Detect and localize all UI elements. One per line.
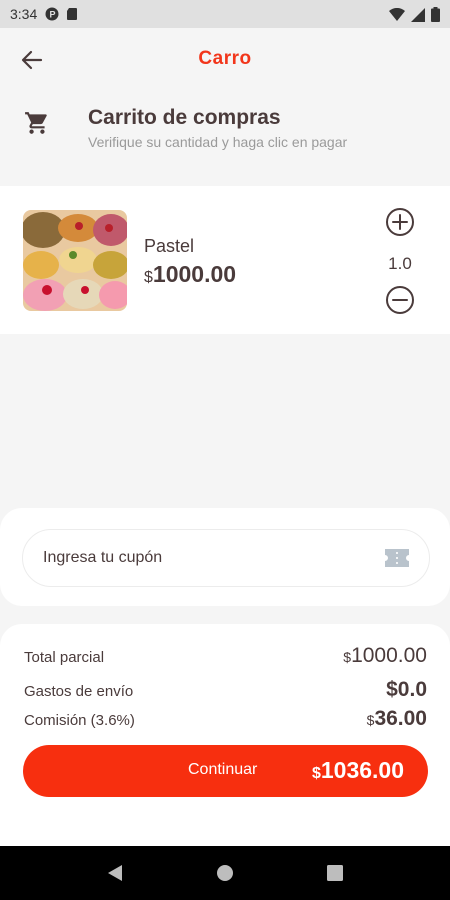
- shipping-value: $0.0: [386, 678, 427, 701]
- subtotal-value: $1000.00: [343, 644, 427, 668]
- cart-subtitle: Verifique su cantidad y haga clic en pag…: [88, 134, 348, 150]
- ticket-icon[interactable]: [383, 547, 411, 569]
- product-price: $1000.00: [144, 261, 236, 288]
- continue-total: $1036.00: [312, 757, 404, 784]
- cart-heading: Carrito de compras Verifique su cantidad…: [0, 100, 450, 170]
- app-notification-icon: P: [45, 7, 59, 21]
- status-time: 3:34: [10, 6, 38, 22]
- nav-recents-button[interactable]: [323, 861, 347, 885]
- shipping-label: Gastos de envío: [24, 683, 134, 700]
- nav-recents-icon: [327, 865, 343, 881]
- quantity-value: 1.0: [388, 254, 412, 273]
- commission-label: Comisión (3.6%): [24, 712, 135, 729]
- product-name: Pastel: [144, 236, 195, 256]
- shipping-row: Gastos de envío $0.0: [24, 678, 427, 702]
- continue-button[interactable]: Continuar $1036.00: [23, 745, 428, 797]
- signal-icon: [411, 7, 425, 22]
- subtotal-row: Total parcial $1000.00: [24, 644, 427, 668]
- commission-value: $36.00: [367, 707, 427, 731]
- continue-total-amount: 1036.00: [320, 757, 404, 783]
- coupon-input[interactable]: [43, 530, 363, 586]
- battery-icon: [431, 7, 440, 22]
- wifi-icon: [389, 7, 405, 21]
- coupon-field: [22, 529, 430, 587]
- svg-text:P: P: [50, 10, 56, 20]
- nav-back-icon: [108, 865, 122, 881]
- coupon-section: [0, 508, 450, 606]
- subtotal-label: Total parcial: [24, 649, 105, 666]
- decrease-quantity-icon[interactable]: [385, 285, 415, 315]
- product-price-currency: $: [144, 269, 153, 286]
- increase-quantity-icon[interactable]: [385, 207, 415, 237]
- subtotal-amount: 1000.00: [351, 644, 427, 667]
- continue-total-currency: $: [311, 765, 321, 782]
- app-header: Carro: [0, 28, 450, 90]
- product-price-value: 1000.00: [152, 261, 237, 287]
- status-bar: 3:34 P: [0, 0, 450, 28]
- sd-card-icon: [67, 8, 78, 20]
- nav-back-button[interactable]: [103, 861, 127, 885]
- back-arrow-icon[interactable]: [18, 46, 46, 74]
- nav-home-icon: [217, 865, 233, 881]
- nav-home-button[interactable]: [213, 861, 237, 885]
- cart-title: Carrito de compras: [88, 106, 281, 129]
- system-navigation-bar: [0, 846, 450, 900]
- continue-label: Continuar: [188, 761, 258, 778]
- order-summary: Total parcial $1000.00 Gastos de envío $…: [0, 624, 450, 846]
- product-image: [23, 210, 127, 311]
- page-title: Carro: [198, 48, 252, 69]
- commission-amount: 36.00: [374, 707, 427, 730]
- cart-item: Pastel $1000.00 1.0: [0, 186, 450, 334]
- commission-row: Comisión (3.6%) $36.00: [24, 707, 427, 731]
- shopping-cart-icon: [25, 112, 47, 134]
- subtotal-currency: $: [343, 649, 352, 665]
